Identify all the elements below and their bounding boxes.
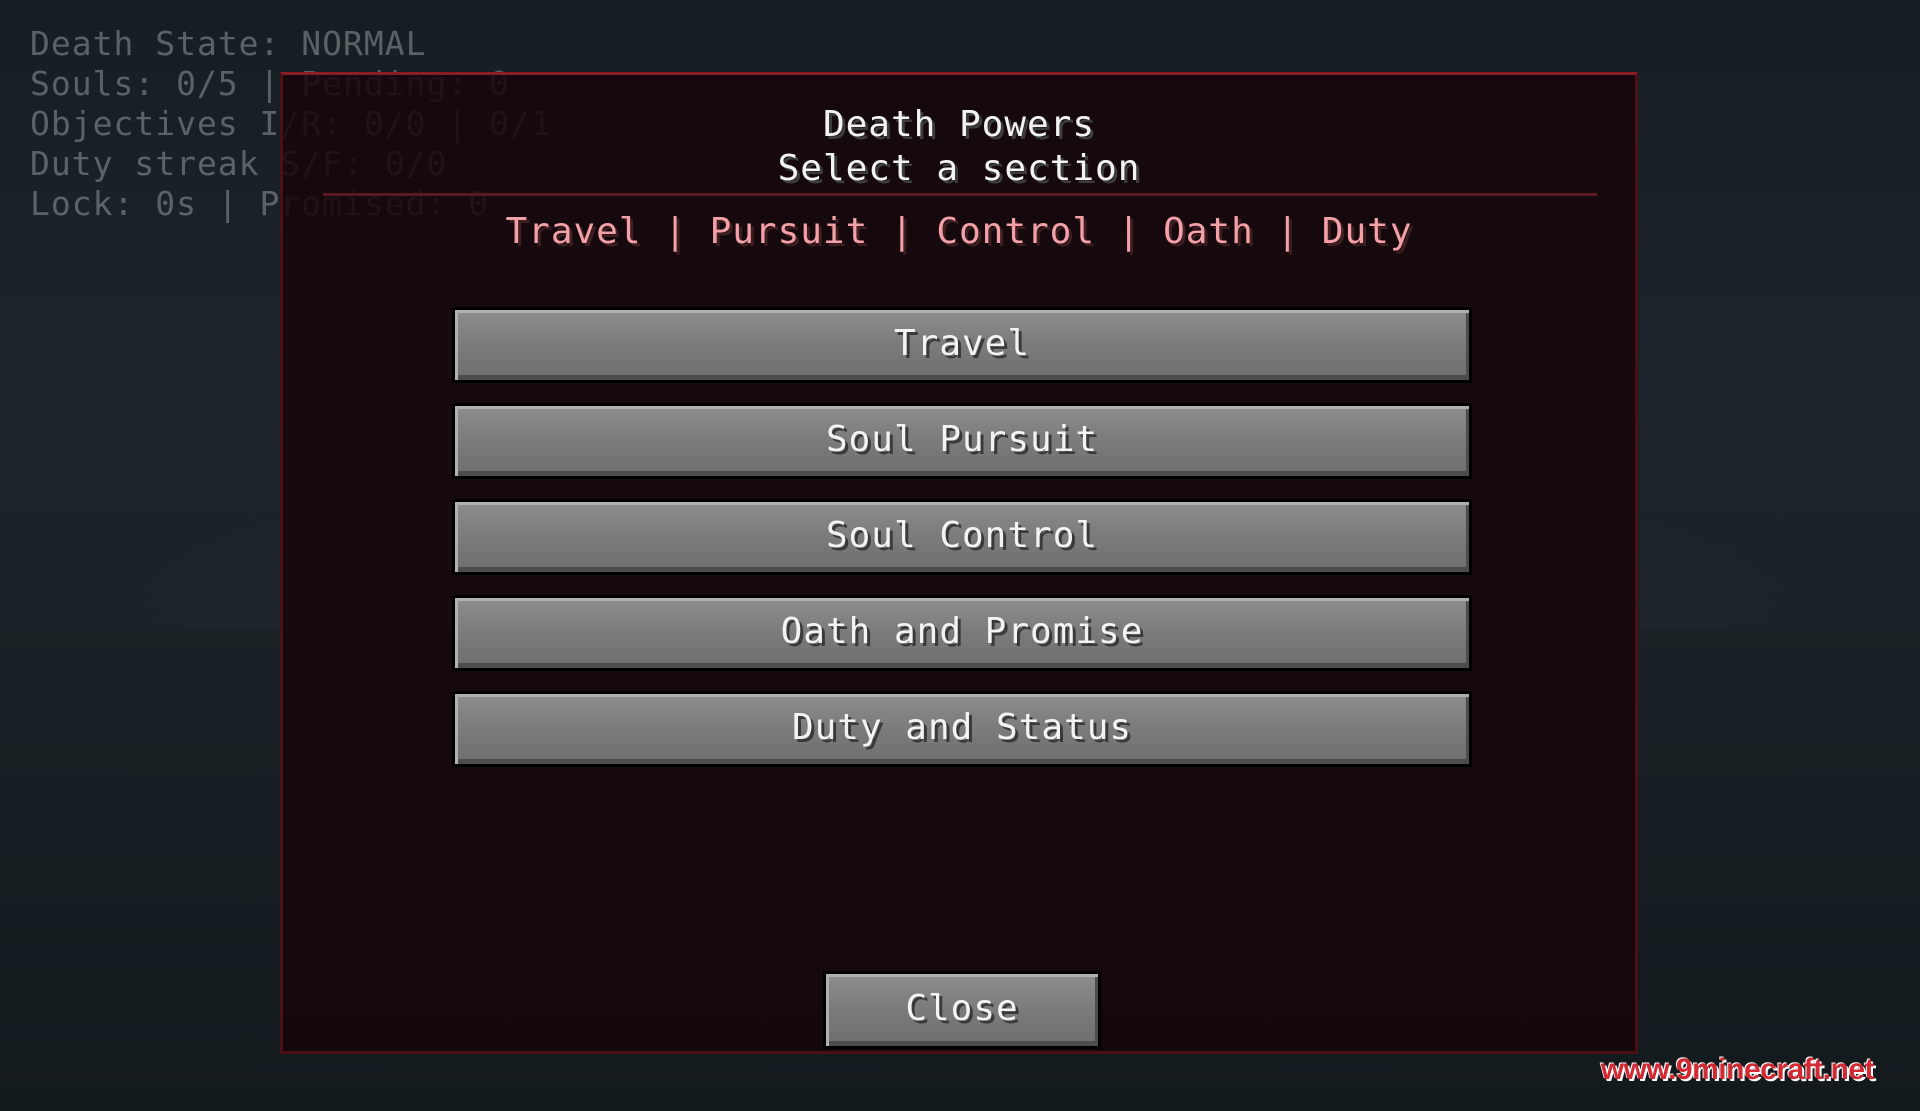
- title-divider: [323, 193, 1597, 196]
- oath-and-promise-button[interactable]: Oath and Promise: [452, 595, 1472, 671]
- site-watermark: www.9minecraft.net: [1600, 1053, 1875, 1086]
- nav-item-pursuit[interactable]: Pursuit: [710, 211, 869, 252]
- nav-item-duty[interactable]: Duty: [1322, 211, 1413, 252]
- panel-subtitle: Select a section: [777, 148, 1141, 189]
- panel-title: Death Powers: [822, 104, 1096, 145]
- duty-and-status-button[interactable]: Duty and Status: [452, 691, 1472, 767]
- hud-death-state: Death State: NORMAL: [30, 24, 427, 63]
- soul-control-button[interactable]: Soul Control: [452, 499, 1472, 575]
- death-powers-panel: Death Powers Select a section Travel | P…: [280, 72, 1638, 1054]
- close-button[interactable]: Close: [823, 971, 1101, 1049]
- travel-button[interactable]: Travel: [452, 307, 1472, 383]
- soul-pursuit-button[interactable]: Soul Pursuit: [452, 403, 1472, 479]
- nav-item-control[interactable]: Control: [936, 211, 1095, 252]
- nav-separator: |: [1253, 211, 1322, 252]
- nav-item-oath[interactable]: Oath: [1163, 211, 1254, 252]
- section-nav: Travel | Pursuit | Control | Oath | Duty: [283, 209, 1635, 255]
- nav-item-travel[interactable]: Travel: [505, 211, 641, 252]
- nav-separator: |: [868, 211, 937, 252]
- nav-separator: |: [1095, 211, 1164, 252]
- nav-separator: |: [641, 211, 710, 252]
